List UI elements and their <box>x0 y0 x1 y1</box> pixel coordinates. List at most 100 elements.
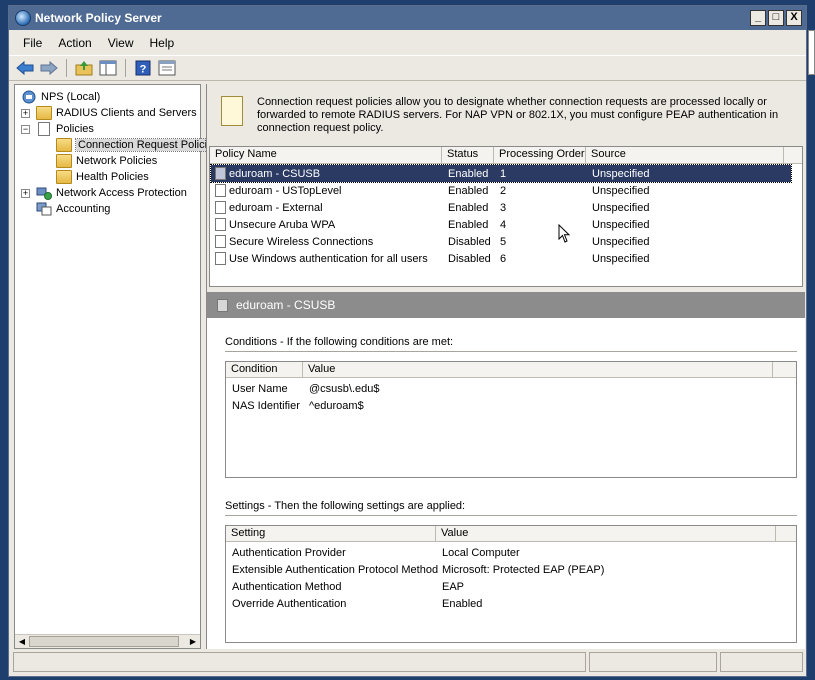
menu-file[interactable]: File <box>15 34 50 52</box>
column-policy-name[interactable]: Policy Name <box>210 147 442 164</box>
condition-cell-value: @csusb\.edu$ <box>309 382 380 395</box>
status-segment <box>13 652 586 672</box>
toolbar-separator <box>125 59 126 77</box>
scrollbar-thumb[interactable] <box>29 636 179 647</box>
tree-item-radius-clients[interactable]: + RADIUS Clients and Servers <box>21 105 197 121</box>
toolbar-separator <box>66 59 67 77</box>
policy-cell-order: 2 <box>500 184 507 197</box>
nps-server-icon <box>22 90 36 104</box>
help-icon[interactable]: ? <box>133 58 153 78</box>
setting-cell-setting: Authentication Method <box>232 580 342 593</box>
expand-icon[interactable]: + <box>21 108 30 118</box>
properties-icon[interactable] <box>157 58 177 78</box>
description-text: Connection request policies allow you to… <box>257 96 779 134</box>
selected-policy-header: eduroam - CSUSB <box>207 292 805 318</box>
setting-cell-value: Local Computer <box>442 546 520 559</box>
mouse-cursor-icon <box>558 224 571 243</box>
setting-row[interactable]: Override Authentication Enabled <box>226 595 796 612</box>
column-value[interactable]: Value <box>436 526 776 542</box>
collapse-icon[interactable]: − <box>21 124 30 134</box>
column-value[interactable]: Value <box>303 362 773 378</box>
console-tree[interactable]: NPS (Local) + RADIUS Clients and Servers… <box>14 84 211 649</box>
policy-list[interactable]: Policy Name Status Processing Order Sour… <box>209 146 803 287</box>
policy-cell-source: Unspecified <box>592 201 650 214</box>
minimize-button[interactable]: _ <box>750 10 766 26</box>
scroll-left-icon[interactable]: ◀ <box>16 636 28 648</box>
tree-item-nps-local[interactable]: NPS (Local) <box>21 89 100 105</box>
column-condition[interactable]: Condition <box>226 362 303 378</box>
conditions-grid[interactable]: Condition Value User Name @csusb\.edu$ NAS… <box>225 361 797 478</box>
close-button[interactable]: X <box>786 10 802 26</box>
policy-cell-order: 5 <box>500 235 507 248</box>
help-glyph: ? <box>140 64 147 76</box>
setting-row[interactable]: Authentication Provider Local Computer <box>226 544 796 561</box>
policy-cell-source: Unspecified <box>592 218 650 231</box>
policy-icon <box>217 298 228 312</box>
scroll-right-icon[interactable]: ▶ <box>187 636 199 648</box>
tree-item-connection-request-policies[interactable]: Connection Request Polici <box>56 137 211 153</box>
column-status[interactable]: Status <box>442 147 494 164</box>
tree-item-health-policies[interactable]: Health Policies <box>56 169 149 185</box>
background-window-edge <box>808 30 815 75</box>
setting-row[interactable]: Extensible Authentication Protocol Metho… <box>226 561 796 578</box>
folder-icon <box>56 170 72 184</box>
settings-title: Settings - Then the following settings a… <box>225 500 466 512</box>
condition-cell-condition: NAS Identifier <box>232 399 300 412</box>
up-folder-icon[interactable] <box>74 58 94 78</box>
settings-grid[interactable]: Setting Value Authentication Provider Loc… <box>225 525 797 643</box>
menu-view[interactable]: View <box>100 34 142 52</box>
maximize-button[interactable]: □ <box>768 10 784 26</box>
menu-help[interactable]: Help <box>142 34 183 52</box>
column-setting[interactable]: Setting <box>226 526 436 542</box>
policy-cell-name: eduroam - USTopLevel <box>229 184 342 197</box>
divider <box>225 351 797 353</box>
menu-bar: File Action View Help <box>9 32 806 54</box>
policy-cell-source: Unspecified <box>592 252 650 265</box>
tree-item-network-policies[interactable]: Network Policies <box>56 153 157 169</box>
policy-cell-name: Secure Wireless Connections <box>229 235 374 248</box>
tree-horizontal-scrollbar[interactable]: ◀ ▶ <box>15 634 200 648</box>
back-arrow-icon[interactable] <box>15 58 35 78</box>
policy-row[interactable]: Unsecure Aruba WPA Enabled 4 Unspecified <box>211 216 791 233</box>
policy-cell-status: Disabled <box>448 235 491 248</box>
expand-icon[interactable]: + <box>21 188 30 198</box>
policy-cell-status: Enabled <box>448 218 489 231</box>
window-title: Network Policy Server <box>35 11 162 25</box>
policy-cell-source: Unspecified <box>592 235 650 248</box>
tree-label: NPS (Local) <box>41 91 101 103</box>
condition-row[interactable]: User Name @csusb\.edu$ <box>226 380 796 397</box>
show-hide-tree-icon[interactable] <box>98 58 118 78</box>
policy-row[interactable]: eduroam - CSUSB Enabled 1 Unspecified <box>210 164 792 183</box>
column-source[interactable]: Source <box>586 147 784 164</box>
policy-icon <box>215 235 226 248</box>
policy-row[interactable]: Use Windows authentication for all users… <box>211 250 791 267</box>
tree-item-accounting[interactable]: Accounting <box>36 201 110 217</box>
policy-cell-order: 4 <box>500 218 507 231</box>
policy-cell-name: eduroam - External <box>229 201 323 214</box>
policy-row[interactable]: Secure Wireless Connections Disabled 5 Unsp… <box>211 233 791 250</box>
column-processing-order[interactable]: Processing Order <box>494 147 586 164</box>
tree-item-network-access-protection[interactable]: + Network Access Protection <box>21 185 187 201</box>
policy-cell-status: Enabled <box>448 201 489 214</box>
open-folder-icon <box>56 138 72 152</box>
policy-row[interactable]: eduroam - USTopLevel Enabled 2 Unspecified <box>211 182 791 199</box>
forward-arrow-icon[interactable] <box>39 58 59 78</box>
tree-label: Network Policies <box>76 155 158 167</box>
policy-row[interactable]: eduroam - External Enabled 3 Unspecified <box>211 199 791 216</box>
policy-cell-name: Unsecure Aruba WPA <box>229 218 336 231</box>
setting-row[interactable]: Authentication Method EAP <box>226 578 796 595</box>
setting-cell-setting: Authentication Provider <box>232 546 346 559</box>
tree-label: Accounting <box>56 203 111 215</box>
menu-action[interactable]: Action <box>50 34 99 52</box>
toolbar: ? <box>9 55 806 81</box>
tree-label: Policies <box>56 123 94 135</box>
tree-item-policies[interactable]: − Policies <box>21 121 94 137</box>
condition-row[interactable]: NAS Identifier ^eduroam$ <box>226 397 796 414</box>
details-pane: Connection request policies allow you to… <box>206 84 805 649</box>
policy-details: Conditions - If the following conditions… <box>207 318 805 649</box>
title-bar[interactable]: Network Policy Server _ □ X <box>9 6 806 30</box>
policy-cell-name: Use Windows authentication for all users <box>229 252 428 265</box>
policy-list-header: Policy Name Status Processing Order Sour… <box>210 147 802 164</box>
network-access-protection-icon <box>36 187 52 200</box>
policy-cell-order: 3 <box>500 201 507 214</box>
